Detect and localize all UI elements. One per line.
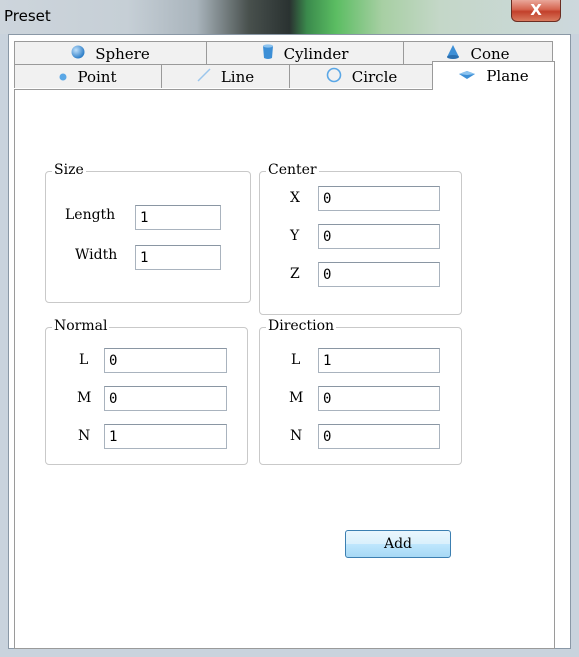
direction-n-field[interactable]	[318, 424, 440, 449]
direction-l-field[interactable]	[318, 348, 440, 373]
plane-tab-panel: Size Length Width Center X Y Z Normal L …	[14, 89, 555, 649]
direction-legend: Direction	[266, 318, 337, 334]
direction-m-field[interactable]	[318, 386, 440, 411]
center-z-field[interactable]	[318, 262, 440, 287]
size-group: Size	[45, 162, 251, 303]
cylinder-icon	[262, 43, 274, 64]
tab-plane[interactable]: Plane	[432, 61, 555, 90]
width-label: Width	[75, 247, 118, 263]
size-legend: Size	[52, 162, 86, 178]
normal-n-label: N	[78, 428, 91, 444]
normal-legend: Normal	[52, 318, 110, 334]
width-field[interactable]	[135, 245, 221, 270]
tab-label: Plane	[486, 67, 529, 85]
length-label: Length	[65, 207, 116, 223]
tab-label: Circle	[351, 67, 398, 86]
point-icon	[59, 69, 67, 85]
line-icon	[197, 67, 211, 86]
center-y-label: Y	[290, 228, 300, 244]
direction-l-label: L	[291, 352, 301, 368]
length-field[interactable]	[135, 205, 221, 230]
center-z-label: Z	[290, 266, 300, 282]
tab-label: Point	[77, 67, 117, 86]
tab-point[interactable]: Point	[14, 64, 162, 88]
preset-window: Preset X Sphere Cylinder Cone Point Line…	[0, 0, 579, 657]
normal-l-label: L	[79, 352, 89, 368]
tab-sphere[interactable]: Sphere	[14, 41, 207, 65]
add-button-label: Add	[383, 536, 413, 552]
normal-m-label: M	[77, 390, 92, 406]
tab-label: Sphere	[95, 44, 150, 63]
plane-icon	[458, 68, 476, 84]
tab-cylinder[interactable]: Cylinder	[206, 41, 404, 65]
normal-l-field[interactable]	[104, 348, 227, 373]
tab-label: Cone	[470, 44, 510, 63]
center-y-field[interactable]	[318, 224, 440, 249]
tab-circle[interactable]: Circle	[289, 64, 434, 88]
center-x-label: X	[290, 190, 300, 206]
add-button[interactable]: Add	[345, 530, 451, 558]
tab-label: Line	[220, 67, 255, 86]
sphere-icon	[71, 45, 85, 63]
direction-n-label: N	[290, 428, 303, 444]
tab-label: Cylinder	[283, 44, 349, 63]
center-x-field[interactable]	[318, 186, 440, 211]
circle-icon	[326, 67, 342, 87]
normal-n-field[interactable]	[104, 424, 227, 449]
close-icon: X	[530, 1, 542, 19]
tab-line[interactable]: Line	[161, 64, 290, 88]
direction-m-label: M	[289, 390, 304, 406]
title-bar[interactable]: Preset X	[0, 0, 579, 34]
close-button[interactable]: X	[511, 0, 561, 22]
normal-m-field[interactable]	[104, 386, 227, 411]
center-legend: Center	[266, 162, 319, 178]
window-title: Preset	[4, 7, 51, 25]
